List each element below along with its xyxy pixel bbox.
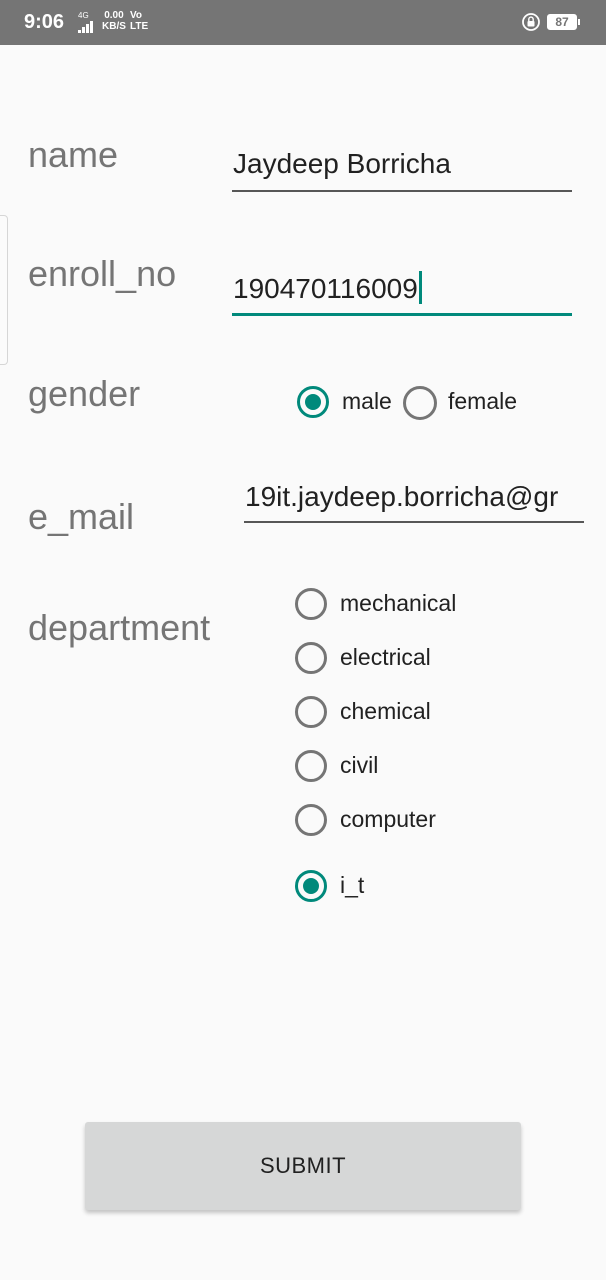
network-speed: 0.00 KB/S: [102, 10, 126, 32]
gender-female-label: female: [448, 388, 518, 414]
speed-unit: KB/S: [102, 21, 126, 32]
name-value: Jaydeep Borricha: [233, 148, 451, 179]
submit-button[interactable]: SUBMIT: [85, 1122, 521, 1210]
radio-unchecked-icon: [295, 696, 327, 728]
gender-label: gender: [28, 373, 141, 414]
battery-tip: [578, 19, 580, 25]
radio-unchecked-icon: [295, 750, 327, 782]
department-chemical-label: chemical: [340, 698, 431, 724]
signal-icon: [78, 21, 96, 33]
rotation-lock-icon: [522, 13, 540, 31]
volte-icon: Vo LTE: [130, 10, 148, 32]
text-cursor: [418, 271, 422, 304]
department-i-t-label: i_t: [340, 872, 365, 898]
radio-unchecked-icon: [295, 804, 327, 836]
enroll-no-label: enroll_no: [28, 253, 177, 294]
e-mail-label: e_mail: [28, 496, 135, 537]
enroll-no-field[interactable]: 190470116009: [232, 260, 572, 316]
e-mail-value: 19it.jaydeep.borricha@gr: [245, 481, 559, 512]
network-type: 4G: [78, 11, 89, 20]
radio-unchecked-icon: [403, 386, 437, 420]
radio-checked-icon: [297, 386, 329, 418]
name-field[interactable]: Jaydeep Borricha: [232, 140, 572, 192]
department-civil-label: civil: [340, 752, 379, 778]
e-mail-field[interactable]: 19it.jaydeep.borricha@gr: [244, 474, 584, 523]
volte-bottom: LTE: [130, 21, 149, 32]
radio-checked-icon: [295, 870, 327, 902]
enroll-no-value: 190470116009: [233, 273, 418, 304]
department-mechanical-label: mechanical: [340, 590, 457, 616]
battery-icon: 87: [547, 14, 577, 30]
name-label: name: [28, 134, 119, 175]
network-indicator: 4G 0.00 KB/S Vo LTE: [78, 9, 158, 35]
edge-panel-handle[interactable]: [0, 215, 8, 365]
department-computer-label: computer: [340, 806, 436, 832]
radio-unchecked-icon: [295, 588, 327, 620]
gender-male-label: male: [342, 388, 392, 414]
department-label: department: [28, 607, 211, 648]
radio-unchecked-icon: [295, 642, 327, 674]
battery-level: 87: [555, 15, 569, 29]
speed-value: 0.00: [104, 10, 124, 21]
status-time: 9:06: [24, 11, 65, 33]
status-bar: 9:06 4G 0.00 KB/S Vo LTE 87: [0, 0, 606, 45]
department-electrical-label: electrical: [340, 644, 431, 670]
volte-top: Vo: [130, 10, 143, 21]
